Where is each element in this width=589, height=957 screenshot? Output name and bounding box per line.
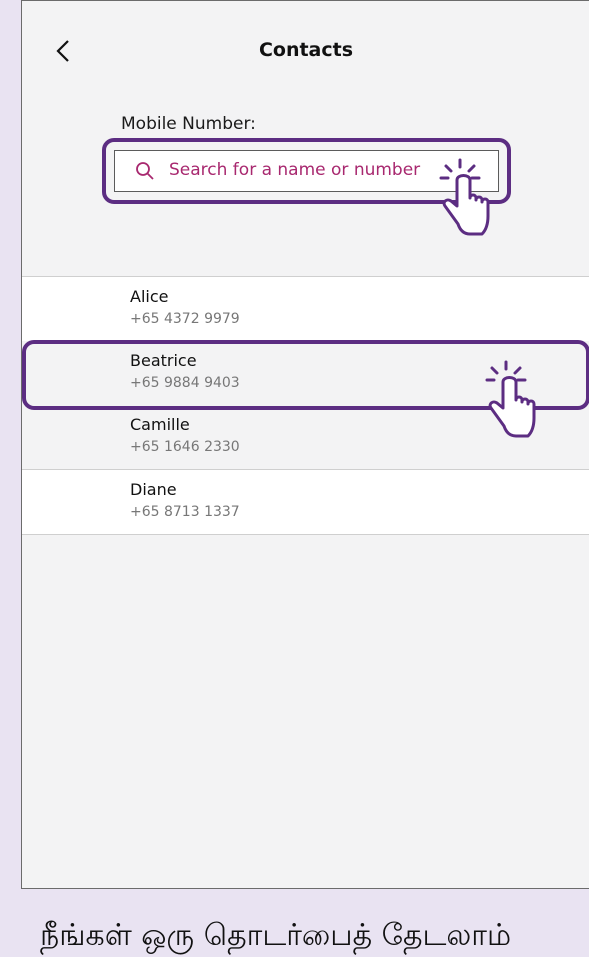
contact-phone: +65 9884 9403 xyxy=(130,375,240,391)
search-placeholder: Search for a name or number xyxy=(169,160,421,180)
contact-row[interactable]: Diane +65 8713 1337 xyxy=(22,469,589,535)
search-icon xyxy=(136,162,154,180)
contact-phone: +65 1646 2330 xyxy=(130,439,240,455)
contact-row[interactable]: Alice +65 4372 9979 xyxy=(22,276,589,341)
contact-phone: +65 8713 1337 xyxy=(130,504,240,520)
instruction-caption: நீங்கள் ஒரு தொடர்பைத் தேடலாம் xyxy=(40,918,512,953)
contact-name: Beatrice xyxy=(130,351,197,370)
contact-name: Diane xyxy=(130,480,177,499)
contact-phone: +65 4372 9979 xyxy=(130,311,240,327)
tap-hand-icon xyxy=(439,158,490,236)
contact-name: Alice xyxy=(130,287,169,306)
phone-screen: Contacts Mobile Number: Search for a nam… xyxy=(21,0,589,889)
tap-hand-icon xyxy=(485,360,536,438)
contact-name: Camille xyxy=(130,415,190,434)
mobile-number-label: Mobile Number: xyxy=(121,114,256,134)
page-title: Contacts xyxy=(258,39,354,61)
